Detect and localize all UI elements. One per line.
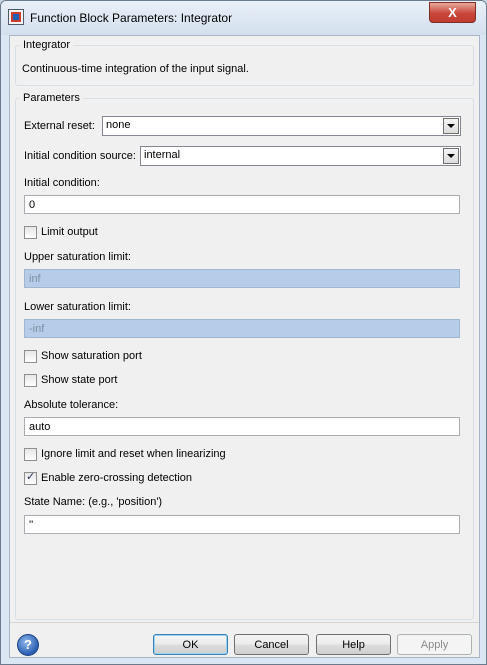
cancel-button[interactable]: Cancel <box>234 634 309 655</box>
help-icon-glyph: ? <box>24 637 32 652</box>
show-state-port-checkbox[interactable] <box>24 374 37 387</box>
zero-crossing-checkbox[interactable] <box>24 470 37 485</box>
simulink-app-icon <box>8 9 24 25</box>
window-title: Function Block Parameters: Integrator <box>30 11 233 25</box>
close-button[interactable]: X <box>429 2 476 23</box>
button-bar-divider <box>10 622 479 623</box>
apply-button: Apply <box>397 634 472 655</box>
help-question-icon[interactable]: ? <box>17 634 39 656</box>
show-saturation-port-checkbox[interactable] <box>24 350 37 363</box>
block-description: Continuous-time integration of the input… <box>22 63 249 75</box>
ignore-limit-checkbox[interactable] <box>24 448 37 461</box>
dialog-client-area: Integrator Continuous-time integration o… <box>9 35 480 658</box>
external-reset-select[interactable]: none <box>102 116 461 136</box>
limit-output-label: Limit output <box>41 226 98 238</box>
zero-crossing-label: Enable zero-crossing detection <box>41 472 193 484</box>
upper-saturation-field <box>24 269 460 288</box>
ignore-limit-label: Ignore limit and reset when linearizing <box>41 448 226 460</box>
title-bar[interactable]: Function Block Parameters: Integrator X <box>1 1 486 35</box>
ok-button[interactable]: OK <box>153 634 228 655</box>
initial-condition-label: Initial condition: <box>24 177 100 189</box>
block-group-label: Integrator <box>20 39 74 51</box>
close-icon: X <box>448 5 457 20</box>
state-name-field[interactable] <box>24 515 460 534</box>
show-state-port-label: Show state port <box>41 374 118 386</box>
help-button[interactable]: Help <box>316 634 391 655</box>
initial-condition-field[interactable] <box>24 195 460 214</box>
initial-condition-source-label: Initial condition source: <box>24 150 136 162</box>
state-name-label: State Name: (e.g., 'position') <box>24 496 163 508</box>
absolute-tolerance-field[interactable] <box>24 417 460 436</box>
upper-saturation-label: Upper saturation limit: <box>24 251 131 263</box>
chevron-down-icon[interactable] <box>443 118 459 134</box>
parameters-group-label: Parameters <box>20 92 83 104</box>
external-reset-label: External reset: <box>24 120 95 132</box>
dialog-window: Function Block Parameters: Integrator X … <box>0 0 487 665</box>
absolute-tolerance-label: Absolute tolerance: <box>24 399 119 411</box>
limit-output-checkbox[interactable] <box>24 226 37 239</box>
external-reset-value: none <box>106 119 131 131</box>
chevron-down-icon[interactable] <box>443 148 459 164</box>
lower-saturation-field <box>24 319 460 338</box>
initial-condition-source-value: internal <box>144 149 181 161</box>
initial-condition-source-select[interactable]: internal <box>140 146 461 166</box>
lower-saturation-label: Lower saturation limit: <box>24 301 131 313</box>
show-saturation-port-label: Show saturation port <box>41 350 142 362</box>
